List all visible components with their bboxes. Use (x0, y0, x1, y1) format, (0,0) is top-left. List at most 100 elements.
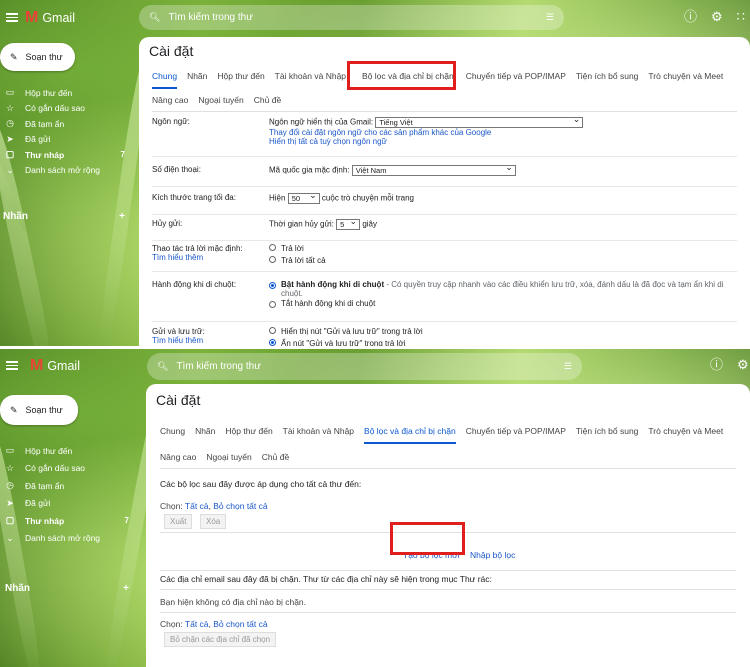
sidebar-item-more[interactable]: ⌄ Danh sách mở rộng (3, 163, 125, 179)
send-archive-show-radio[interactable] (269, 327, 276, 335)
blocked-select-none-link[interactable]: Bỏ chọn tất cả (213, 619, 267, 629)
drafts-count: 7 (120, 150, 125, 160)
hover-off-radio[interactable] (269, 301, 276, 308)
sidebar-item-sent[interactable]: ➤ Đã gửi (3, 132, 125, 148)
tab-advanced[interactable]: Nâng cao (160, 452, 196, 468)
apps-grid-icon[interactable]: ∷ (737, 10, 745, 23)
send-icon: ➤ (6, 497, 14, 508)
setting-undo-send: Hủy gửi: Thời gian hủy gửi: 5 giây (152, 217, 737, 241)
gmail-m-icon: M (30, 357, 44, 374)
chevron-down-icon: ⌄ (6, 164, 14, 175)
tab-accounts[interactable]: Tài khoản và Nhập (275, 71, 346, 89)
search-bar[interactable]: 🔍︎ Tìm kiếm trong thư ☰ (147, 353, 582, 380)
tab-addons[interactable]: Tiện ích bổ sung (576, 426, 639, 444)
tab-advanced[interactable]: Nâng cao (152, 95, 188, 111)
tab-offline[interactable]: Ngoại tuyến (206, 452, 251, 468)
tab-offline[interactable]: Ngoại tuyến (198, 95, 243, 111)
country-select[interactable]: Việt Nam (351, 163, 516, 176)
filters-select-row: Chọn: Tất cả, Bỏ chọn tất cả (160, 501, 268, 511)
pencil-icon: ✎ (10, 51, 18, 62)
filters-select-all-link[interactable]: Tất cả (185, 501, 209, 511)
page-size-select[interactable]: 50 (287, 191, 320, 204)
tab-chat[interactable]: Trò chuyện và Meet (648, 71, 723, 89)
sidebar-item-inbox[interactable]: ▭ Hộp thư đến (3, 85, 125, 101)
search-icon[interactable]: 🔍︎ (149, 12, 160, 23)
help-icon[interactable]: ⓘ (684, 10, 697, 23)
search-input[interactable]: Tìm kiếm trong thư (168, 12, 545, 23)
gear-icon[interactable]: ⚙ (737, 358, 749, 371)
sidebar-item-sent[interactable]: ➤ Đã gửi (3, 495, 129, 513)
delete-button[interactable]: Xóa (199, 514, 227, 529)
filters-actions: Xuất Xóa (164, 514, 231, 529)
search-icon[interactable]: 🔍︎ (157, 361, 168, 372)
screenshot-general-settings: M Gmail 🔍︎ Tìm kiếm trong thư ☰ ⓘ ⚙ ∷ ✎ … (0, 0, 750, 348)
hover-on-radio[interactable] (269, 282, 276, 289)
chevron-down-icon: ⌄ (6, 532, 14, 543)
labels-header: Nhãn + (3, 211, 125, 222)
gmail-logo[interactable]: M Gmail (25, 9, 75, 27)
reply-radio[interactable] (269, 244, 276, 252)
search-input[interactable]: Tìm kiếm trong thư (176, 361, 563, 372)
draft-icon: ▢ (5, 149, 15, 160)
sidebar-item-starred[interactable]: ☆ Có gắn dấu sao (3, 101, 125, 117)
tab-labels[interactable]: Nhãn (195, 426, 215, 444)
tune-icon[interactable]: ☰ (564, 361, 572, 372)
sidebar-item-inbox[interactable]: ▭ Hộp thư đến (3, 442, 129, 460)
tab-addons[interactable]: Tiện ích bổ sung (576, 71, 639, 89)
sidebar-item-more[interactable]: ⌄ Danh sách mở rộng (3, 530, 129, 548)
tab-themes[interactable]: Chủ đề (262, 452, 289, 468)
tab-inbox[interactable]: Hộp thư đến (217, 71, 264, 89)
tab-accounts[interactable]: Tài khoản và Nhập (283, 426, 354, 444)
compose-button[interactable]: ✎ Soạn thư (0, 395, 78, 425)
no-blocked-text: Bạn hiện không có địa chỉ nào bị chặn. (160, 597, 307, 607)
tab-labels[interactable]: Nhãn (187, 71, 207, 89)
reply-learn-more-link[interactable]: Tìm hiểu thêm (152, 253, 203, 262)
add-label-icon[interactable]: + (123, 583, 129, 594)
setting-page-size: Kích thước trang tối đa: Hiện 50 cuộc tr… (152, 191, 737, 215)
tab-filters[interactable]: Bộ lọc và địa chỉ bị chặn (364, 426, 456, 444)
tab-chat[interactable]: Trò chuyện và Meet (648, 426, 723, 444)
sidebar-item-drafts[interactable]: ▢ Thư nháp 7 (3, 147, 125, 163)
gear-icon[interactable]: ⚙ (711, 10, 723, 23)
tune-icon[interactable]: ☰ (546, 12, 554, 23)
settings-tabs-row2: Nâng cao Ngoại tuyến Chủ đề (160, 452, 299, 468)
tab-inbox[interactable]: Hộp thư đến (225, 426, 272, 444)
page-title: Cài đặt (149, 43, 194, 59)
setting-phone: Số điện thoại: Mã quốc gia mặc định: Việ… (152, 163, 737, 187)
highlight-create-filter (390, 522, 465, 555)
language-select[interactable]: Tiếng Việt (375, 115, 584, 128)
language-products-link[interactable]: Thay đổi cài đặt ngôn ngữ cho các sản ph… (269, 128, 737, 137)
tab-forwarding[interactable]: Chuyển tiếp và POP/IMAP (466, 426, 566, 444)
setting-hover-actions: Hành động khi di chuột: Bật hành động kh… (152, 280, 737, 322)
add-label-icon[interactable]: + (119, 211, 125, 222)
setting-send-archive: Gửi và lưu trữ: Tìm hiểu thêm Hiển thị nú… (152, 327, 423, 348)
tab-forwarding[interactable]: Chuyển tiếp và POP/IMAP (466, 71, 566, 89)
setting-language: Ngôn ngữ: Ngôn ngữ hiển thị của Gmail: T… (152, 115, 737, 157)
sidebar-item-drafts[interactable]: ▢ Thư nháp 7 (3, 512, 129, 530)
help-icon[interactable]: ⓘ (710, 358, 723, 371)
unblock-button[interactable]: Bỏ chặn các địa chỉ đã chọn (164, 632, 277, 647)
search-bar[interactable]: 🔍︎ Tìm kiếm trong thư ☰ (139, 5, 564, 30)
export-button[interactable]: Xuất (164, 514, 193, 529)
sidebar-nav: ▭ Hộp thư đến ☆ Có gắn dấu sao ◷ Đã tạm ẩn … (3, 85, 125, 178)
blocked-actions: Bỏ chặn các địa chỉ đã chọn (164, 632, 281, 647)
send-archive-learn-more-link[interactable]: Tìm hiểu thêm (152, 336, 203, 345)
menu-icon[interactable] (6, 361, 18, 370)
language-all-options-link[interactable]: Hiển thị tất cả tuỳ chọn ngôn ngữ (269, 137, 737, 146)
highlight-filters-tab (347, 61, 456, 90)
sidebar-item-snoozed[interactable]: ◷ Đã tạm ẩn (3, 477, 129, 495)
drafts-count: 7 (124, 516, 129, 526)
blocked-select-all-link[interactable]: Tất cả (185, 619, 209, 629)
menu-icon[interactable] (6, 13, 18, 22)
sidebar-item-starred[interactable]: ☆ Có gắn dấu sao (3, 460, 129, 478)
gmail-logo[interactable]: M Gmail (30, 357, 80, 375)
tab-general[interactable]: Chung (160, 426, 185, 444)
reply-all-radio[interactable] (269, 256, 276, 264)
compose-button[interactable]: ✎ Soạn thư (0, 43, 75, 71)
undo-select[interactable]: 5 (336, 217, 361, 230)
tab-themes[interactable]: Chủ đề (254, 95, 281, 111)
sidebar-item-snoozed[interactable]: ◷ Đã tạm ẩn (3, 116, 125, 132)
tab-general[interactable]: Chung (152, 71, 178, 89)
import-filter-link[interactable]: Nhập bộ lọc (470, 550, 515, 560)
filters-select-none-link[interactable]: Bỏ chọn tất cả (213, 501, 267, 511)
